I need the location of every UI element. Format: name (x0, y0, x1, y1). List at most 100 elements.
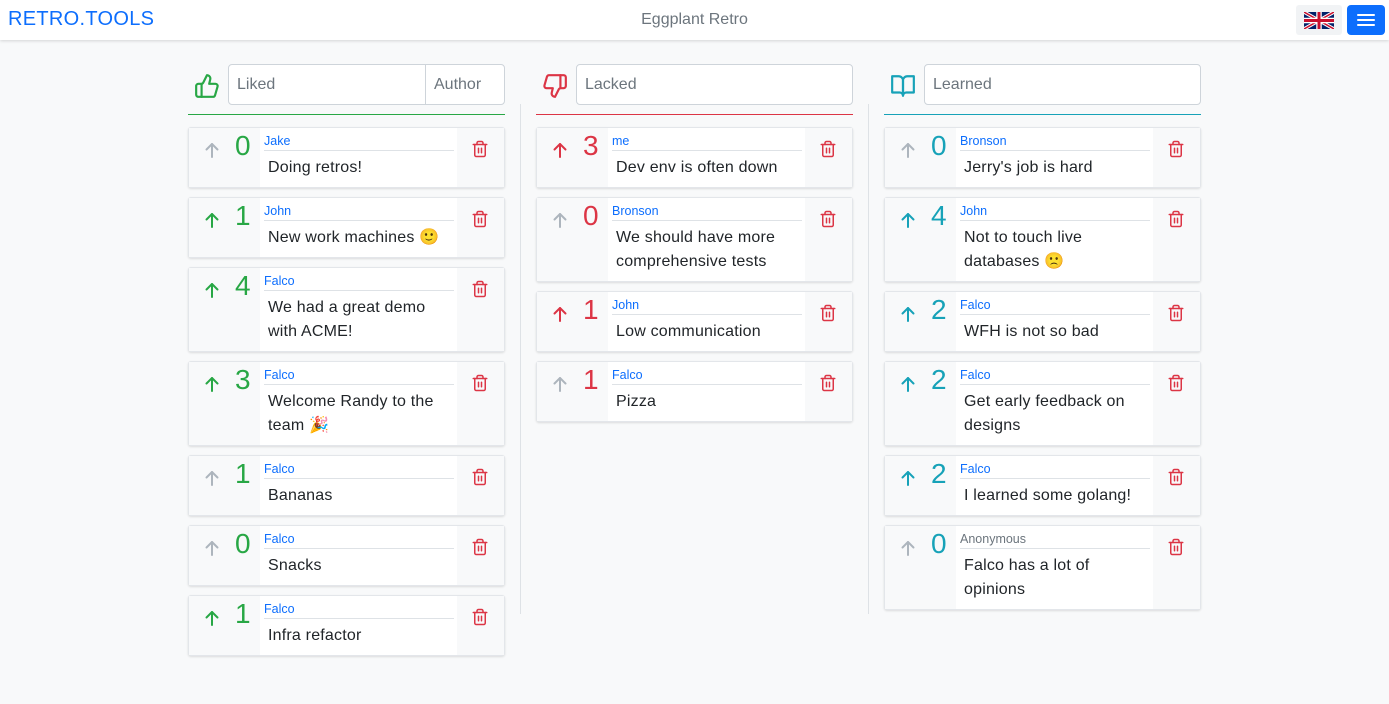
learned-column: 0 Bronson Jerry's job is hard 4 John Not… (884, 64, 1201, 610)
trash-icon (1168, 304, 1184, 322)
upvote-arrow-icon[interactable] (205, 610, 219, 626)
upvote-arrow-icon[interactable] (901, 470, 915, 486)
vote-count: 0 (931, 130, 947, 161)
upvote-arrow-icon[interactable] (901, 376, 915, 392)
retro-card: 2 Falco Get early feedback on designs (884, 361, 1201, 446)
card-body: Falco Snacks (260, 526, 458, 585)
delete-card-button[interactable] (805, 292, 852, 351)
vote-area: 2 (885, 362, 956, 445)
vote-area: 1 (189, 198, 260, 257)
author-input[interactable] (425, 64, 505, 105)
lacked-input[interactable] (576, 64, 853, 105)
card-author: John (960, 204, 1150, 221)
vote-area: 1 (537, 362, 608, 421)
delete-card-button[interactable] (457, 128, 504, 187)
delete-card-button[interactable] (457, 456, 504, 515)
liked-input[interactable] (228, 64, 426, 105)
card-author: Bronson (960, 134, 1150, 151)
card-author: Falco (612, 368, 802, 385)
card-body: Falco Bananas (260, 456, 458, 515)
delete-card-button[interactable] (457, 526, 504, 585)
delete-card-button[interactable] (457, 596, 504, 655)
liked-column-rule (188, 114, 505, 115)
card-text: Not to touch live databases 🙁 (964, 229, 1083, 270)
card-text: WFH is not so bad (964, 323, 1100, 340)
card-text: Jerry's job is hard (964, 159, 1093, 176)
vote-area: 2 (885, 456, 956, 515)
language-selector-button[interactable] (1296, 5, 1342, 35)
card-body: Falco Pizza (608, 362, 806, 421)
card-body: Bronson We should have more comprehensiv… (608, 198, 806, 281)
vote-count: 0 (931, 528, 947, 559)
trash-icon (820, 374, 836, 392)
card-body: Bronson Jerry's job is hard (956, 128, 1154, 187)
delete-card-button[interactable] (457, 198, 504, 257)
upvote-arrow-icon[interactable] (553, 376, 567, 392)
card-text: New work machines 🙂 (268, 229, 440, 246)
delete-card-button[interactable] (1153, 362, 1200, 445)
vote-area: 1 (537, 292, 608, 351)
delete-card-button[interactable] (805, 362, 852, 421)
delete-card-button[interactable] (1153, 526, 1200, 609)
delete-card-button[interactable] (457, 362, 504, 445)
delete-card-button[interactable] (457, 268, 504, 351)
upvote-arrow-icon[interactable] (205, 540, 219, 556)
trash-icon (472, 140, 488, 158)
card-body: Falco Infra refactor (260, 596, 458, 655)
delete-card-button[interactable] (805, 128, 852, 187)
card-text: We should have more comprehensive tests (616, 229, 776, 270)
card-body: Falco WFH is not so bad (956, 292, 1154, 351)
card-text: Bananas (268, 487, 333, 504)
trash-icon (820, 140, 836, 158)
delete-card-button[interactable] (1153, 128, 1200, 187)
trash-icon (472, 280, 488, 298)
vote-area: 1 (189, 596, 260, 655)
vote-area: 0 (885, 526, 956, 609)
upvote-arrow-icon[interactable] (901, 142, 915, 158)
delete-card-button[interactable] (1153, 198, 1200, 281)
upvote-arrow-icon[interactable] (553, 212, 567, 228)
open-book-icon (891, 75, 915, 97)
vote-count: 2 (931, 364, 947, 395)
menu-button[interactable] (1347, 5, 1385, 35)
retro-card: 1 John Low communication (536, 291, 853, 352)
upvote-arrow-icon[interactable] (553, 306, 567, 322)
vote-area: 4 (189, 268, 260, 351)
retro-card: 1 Falco Pizza (536, 361, 853, 422)
vote-count: 3 (235, 364, 251, 395)
upvote-arrow-icon[interactable] (205, 212, 219, 228)
uk-flag-icon (1304, 12, 1334, 29)
learned-input[interactable] (924, 64, 1201, 105)
card-author: John (264, 204, 454, 221)
vote-area: 3 (189, 362, 260, 445)
card-text: Dev env is often down (616, 159, 778, 176)
delete-card-button[interactable] (1153, 292, 1200, 351)
vote-area: 1 (189, 456, 260, 515)
upvote-arrow-icon[interactable] (901, 212, 915, 228)
thumbs-down-icon (543, 74, 567, 98)
upvote-arrow-icon[interactable] (205, 142, 219, 158)
retro-card: 2 Falco I learned some golang! (884, 455, 1201, 516)
upvote-arrow-icon[interactable] (901, 540, 915, 556)
retro-card: 0 Bronson We should have more comprehens… (536, 197, 853, 282)
delete-card-button[interactable] (805, 198, 852, 281)
upvote-arrow-icon[interactable] (205, 282, 219, 298)
card-author: Falco (264, 602, 454, 619)
upvote-arrow-icon[interactable] (553, 142, 567, 158)
vote-count: 0 (235, 130, 251, 161)
card-text: We had a great demo with ACME! (268, 299, 426, 340)
delete-card-button[interactable] (1153, 456, 1200, 515)
upvote-arrow-icon[interactable] (205, 470, 219, 486)
liked-column-header (188, 64, 505, 115)
upvote-arrow-icon[interactable] (205, 376, 219, 392)
upvote-arrow-icon[interactable] (901, 306, 915, 322)
trash-icon (472, 468, 488, 486)
card-text: I learned some golang! (964, 487, 1132, 504)
card-author: Falco (264, 462, 454, 479)
card-body: Anonymous Falco has a lot of opinions (956, 526, 1154, 609)
trash-icon (1168, 468, 1184, 486)
retro-card: 4 John Not to touch live databases 🙁 (884, 197, 1201, 282)
card-text: Infra refactor (268, 627, 362, 644)
trash-icon (1168, 374, 1184, 392)
retro-card: 3 Falco Welcome Randy to the team 🎉 (188, 361, 505, 446)
